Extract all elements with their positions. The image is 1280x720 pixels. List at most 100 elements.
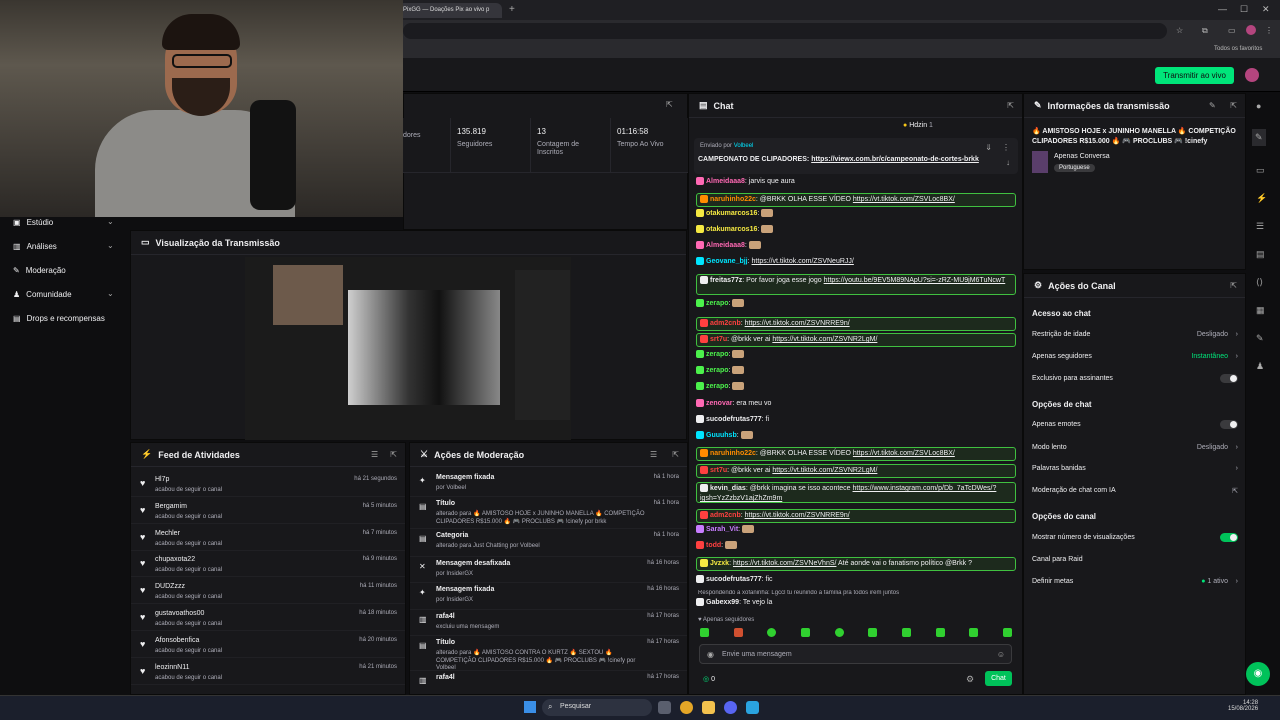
mod-row[interactable]: ▤ Título alterado para 🔥 AMISTOSO HOJE x J…: [410, 497, 687, 529]
chat-message[interactable]: srt7u: @brkk ver ai https://vt.tiktok.co…: [696, 464, 1016, 478]
chat-message[interactable]: sucodefrutas777: fic: [696, 575, 1016, 585]
chat-message[interactable]: sucodefrutas777: fi: [696, 415, 1016, 425]
chat-username[interactable]: kevin_dias: [710, 485, 746, 492]
popout-icon[interactable]: ⇱: [390, 450, 397, 459]
chat-username[interactable]: otakumarcos16: [706, 210, 757, 217]
goals-row[interactable]: Definir metas ● 1 ativo ›: [1032, 578, 1238, 585]
users-icon[interactable]: ♟: [1256, 361, 1264, 372]
mod-row[interactable]: ▤ Categoria alterado para Just Chatting po…: [410, 529, 687, 557]
chat-username[interactable]: Gabexx99: [706, 599, 739, 606]
chat-username[interactable]: freitas77z: [710, 277, 742, 284]
slow-mode-row[interactable]: Modo lento Desligado ›: [1032, 444, 1238, 451]
chevron-down-icon[interactable]: ⌄: [107, 241, 114, 250]
mod-row[interactable]: ✦ Mensagem fixada por Volbeel há 1 hora: [410, 471, 687, 497]
emote-icon[interactable]: [733, 628, 743, 637]
chat-username[interactable]: zenovar: [706, 400, 732, 407]
chat-link[interactable]: https://vt.tiktok.com/ZSVLoc8BX/: [853, 450, 955, 457]
emote-only-toggle[interactable]: [1220, 420, 1238, 429]
extensions-icon[interactable]: ⧉: [1202, 26, 1208, 36]
chevron-down-icon[interactable]: ⌄: [107, 289, 114, 298]
chat-username[interactable]: zerapo: [706, 300, 729, 307]
pin-icon[interactable]: ⇓: [985, 143, 992, 152]
emote-icon[interactable]: [935, 628, 945, 637]
followers-only-row[interactable]: Apenas seguidores Instantâneo ›: [1032, 353, 1238, 360]
chat-username[interactable]: sucodefrutas777: [706, 576, 762, 583]
emote-icon[interactable]: [834, 628, 844, 637]
feed-user[interactable]: leozinnN11: [155, 664, 190, 671]
chat-username[interactable]: Almeidaaa8: [706, 242, 745, 249]
chat-username[interactable]: naruhinho22c: [710, 196, 756, 203]
emote-icon[interactable]: [901, 628, 911, 637]
chat-message[interactable]: Gabexx99: Te vejo la: [696, 598, 1016, 608]
chat-username[interactable]: adm2cnb: [710, 512, 741, 519]
feed-row[interactable]: ♥ Bergamim acabou de seguir o canal há 5 mi…: [131, 498, 405, 524]
sidebar-item-estudio[interactable]: ▣ Estúdio: [13, 218, 53, 227]
chat-message[interactable]: zenovar: era meu vo: [696, 399, 1016, 409]
user-avatar[interactable]: [1245, 68, 1259, 82]
chat-username[interactable]: Jvzxk: [710, 560, 729, 567]
pinned-message[interactable]: Enviado por Volbeel CAMPEONATO DE CLIPAD…: [694, 138, 1018, 174]
feed-user[interactable]: gustavoathos00: [155, 610, 204, 617]
mod-row[interactable]: ▥ rafa4l há 17 horas: [410, 671, 687, 693]
edit-icon[interactable]: ✎: [1209, 101, 1216, 110]
maximize-icon[interactable]: ☐: [1240, 4, 1248, 15]
chat-message[interactable]: Almeidaaa8: jarvis que aura: [696, 177, 1016, 187]
feed-row[interactable]: ♥ chupaxota22 acabou de seguir o canal há 9…: [131, 551, 405, 578]
chat-message[interactable]: zerapo:: [696, 350, 1016, 360]
sidebar-item-comunidade[interactable]: ♟ Comunidade: [13, 290, 72, 299]
bookmarks-label[interactable]: Todos os favoritos: [1214, 46, 1262, 52]
sidebar-item-analises[interactable]: ▥ Análises: [13, 242, 57, 251]
age-restriction-row[interactable]: Restrição de idade Desligado ›: [1032, 331, 1238, 338]
info-icon[interactable]: ●: [1256, 101, 1261, 111]
ai-moderation-row[interactable]: Moderação de chat com IA ⇱: [1032, 487, 1238, 495]
sidebar-item-moderacao[interactable]: ✎ Moderação: [13, 266, 66, 275]
go-live-button[interactable]: Transmitir ao vivo: [1155, 67, 1234, 84]
chat-message[interactable]: Geovane_bjj: https://vt.tiktok.com/ZSVNe…: [696, 257, 1016, 267]
chat-username[interactable]: srt7u: [710, 336, 727, 343]
chat-message[interactable]: adm2cnb: https://vt.tiktok.com/ZSVNRRE9n…: [696, 509, 1016, 523]
chat-link[interactable]: https://vt.tiktok.com/ZSVNeuRJJ/: [752, 258, 854, 265]
emote-icon[interactable]: [868, 628, 878, 637]
mod-row[interactable]: ✕ Mensagem desafixada por InsiderGX há 16 h…: [410, 557, 687, 583]
chat-message[interactable]: Guuuhsb:: [696, 431, 1016, 441]
chat-username[interactable]: otakumarcos16: [706, 226, 757, 233]
banned-words-row[interactable]: Palavras banidas ›: [1032, 465, 1238, 472]
chat-username[interactable]: zerapo: [706, 367, 729, 374]
taskbar-clock[interactable]: 14:28 15/08/2026: [1228, 700, 1258, 712]
feed-user[interactable]: Mechler: [155, 530, 180, 537]
feed-row[interactable]: ♥ leozinnN11 acabou de seguir o canal há 21…: [131, 659, 405, 685]
chevron-down-icon[interactable]: ⌄: [107, 217, 114, 226]
emote-icon[interactable]: [700, 628, 709, 637]
star-icon[interactable]: ☆: [1176, 26, 1183, 35]
emote-icon[interactable]: [969, 628, 979, 637]
chat-username[interactable]: Sarah_Vit: [706, 526, 738, 533]
bolt-icon[interactable]: ⚡: [1256, 193, 1267, 204]
emote-icon[interactable]: [1002, 628, 1012, 637]
chat-message[interactable]: otakumarcos16:: [696, 225, 1016, 235]
list-icon[interactable]: ☰: [1256, 221, 1264, 232]
chat-message[interactable]: naruhinho22c: @BRKK OLHA ESSE VÍDEO http…: [696, 447, 1016, 461]
chat-link[interactable]: https://vt.tiktok.com/ZSVNRRE9n/: [745, 320, 850, 327]
pencil-icon[interactable]: ✎: [1252, 129, 1266, 146]
stream-preview-video[interactable]: [245, 257, 571, 440]
new-tab-button[interactable]: +: [509, 4, 515, 15]
show-viewcount-toggle[interactable]: [1220, 533, 1238, 542]
mod-row[interactable]: ✦ Mensagem fixada por InsiderGX há 16 horas: [410, 583, 687, 610]
chat-username[interactable]: adm2cnb: [710, 320, 741, 327]
chat-message[interactable]: otakumarcos16:: [696, 209, 1016, 219]
camera-icon[interactable]: ▭: [1256, 165, 1265, 176]
chat-bubble-icon[interactable]: ▤: [1256, 249, 1265, 260]
chat-message[interactable]: zerapo:: [696, 299, 1016, 309]
chat-link[interactable]: https://vt.tiktok.com/ZSVNRRE9n/: [745, 512, 850, 519]
menu-icon[interactable]: ⋮: [1265, 26, 1273, 35]
chat-link[interactable]: https://youtu.be/9EV5M89NApU?si=-zRZ-MU9…: [824, 277, 1006, 284]
filter-icon[interactable]: ☰: [371, 450, 378, 459]
feed-row[interactable]: ♥ Afonsobenfica acabou de seguir o canal há…: [131, 632, 405, 658]
subs-only-toggle[interactable]: [1220, 374, 1238, 383]
chat-input[interactable]: ◉ Envie uma mensagem ☺: [699, 644, 1012, 664]
cast-icon[interactable]: ▭: [1228, 26, 1236, 35]
chat-username[interactable]: Almeidaaa8: [706, 178, 745, 185]
chat-link[interactable]: https://vt.tiktok.com/ZSVNR2LgM/: [772, 467, 877, 474]
popout-icon[interactable]: ⇱: [1007, 101, 1014, 110]
collapse-icon[interactable]: ↓: [1006, 158, 1010, 167]
